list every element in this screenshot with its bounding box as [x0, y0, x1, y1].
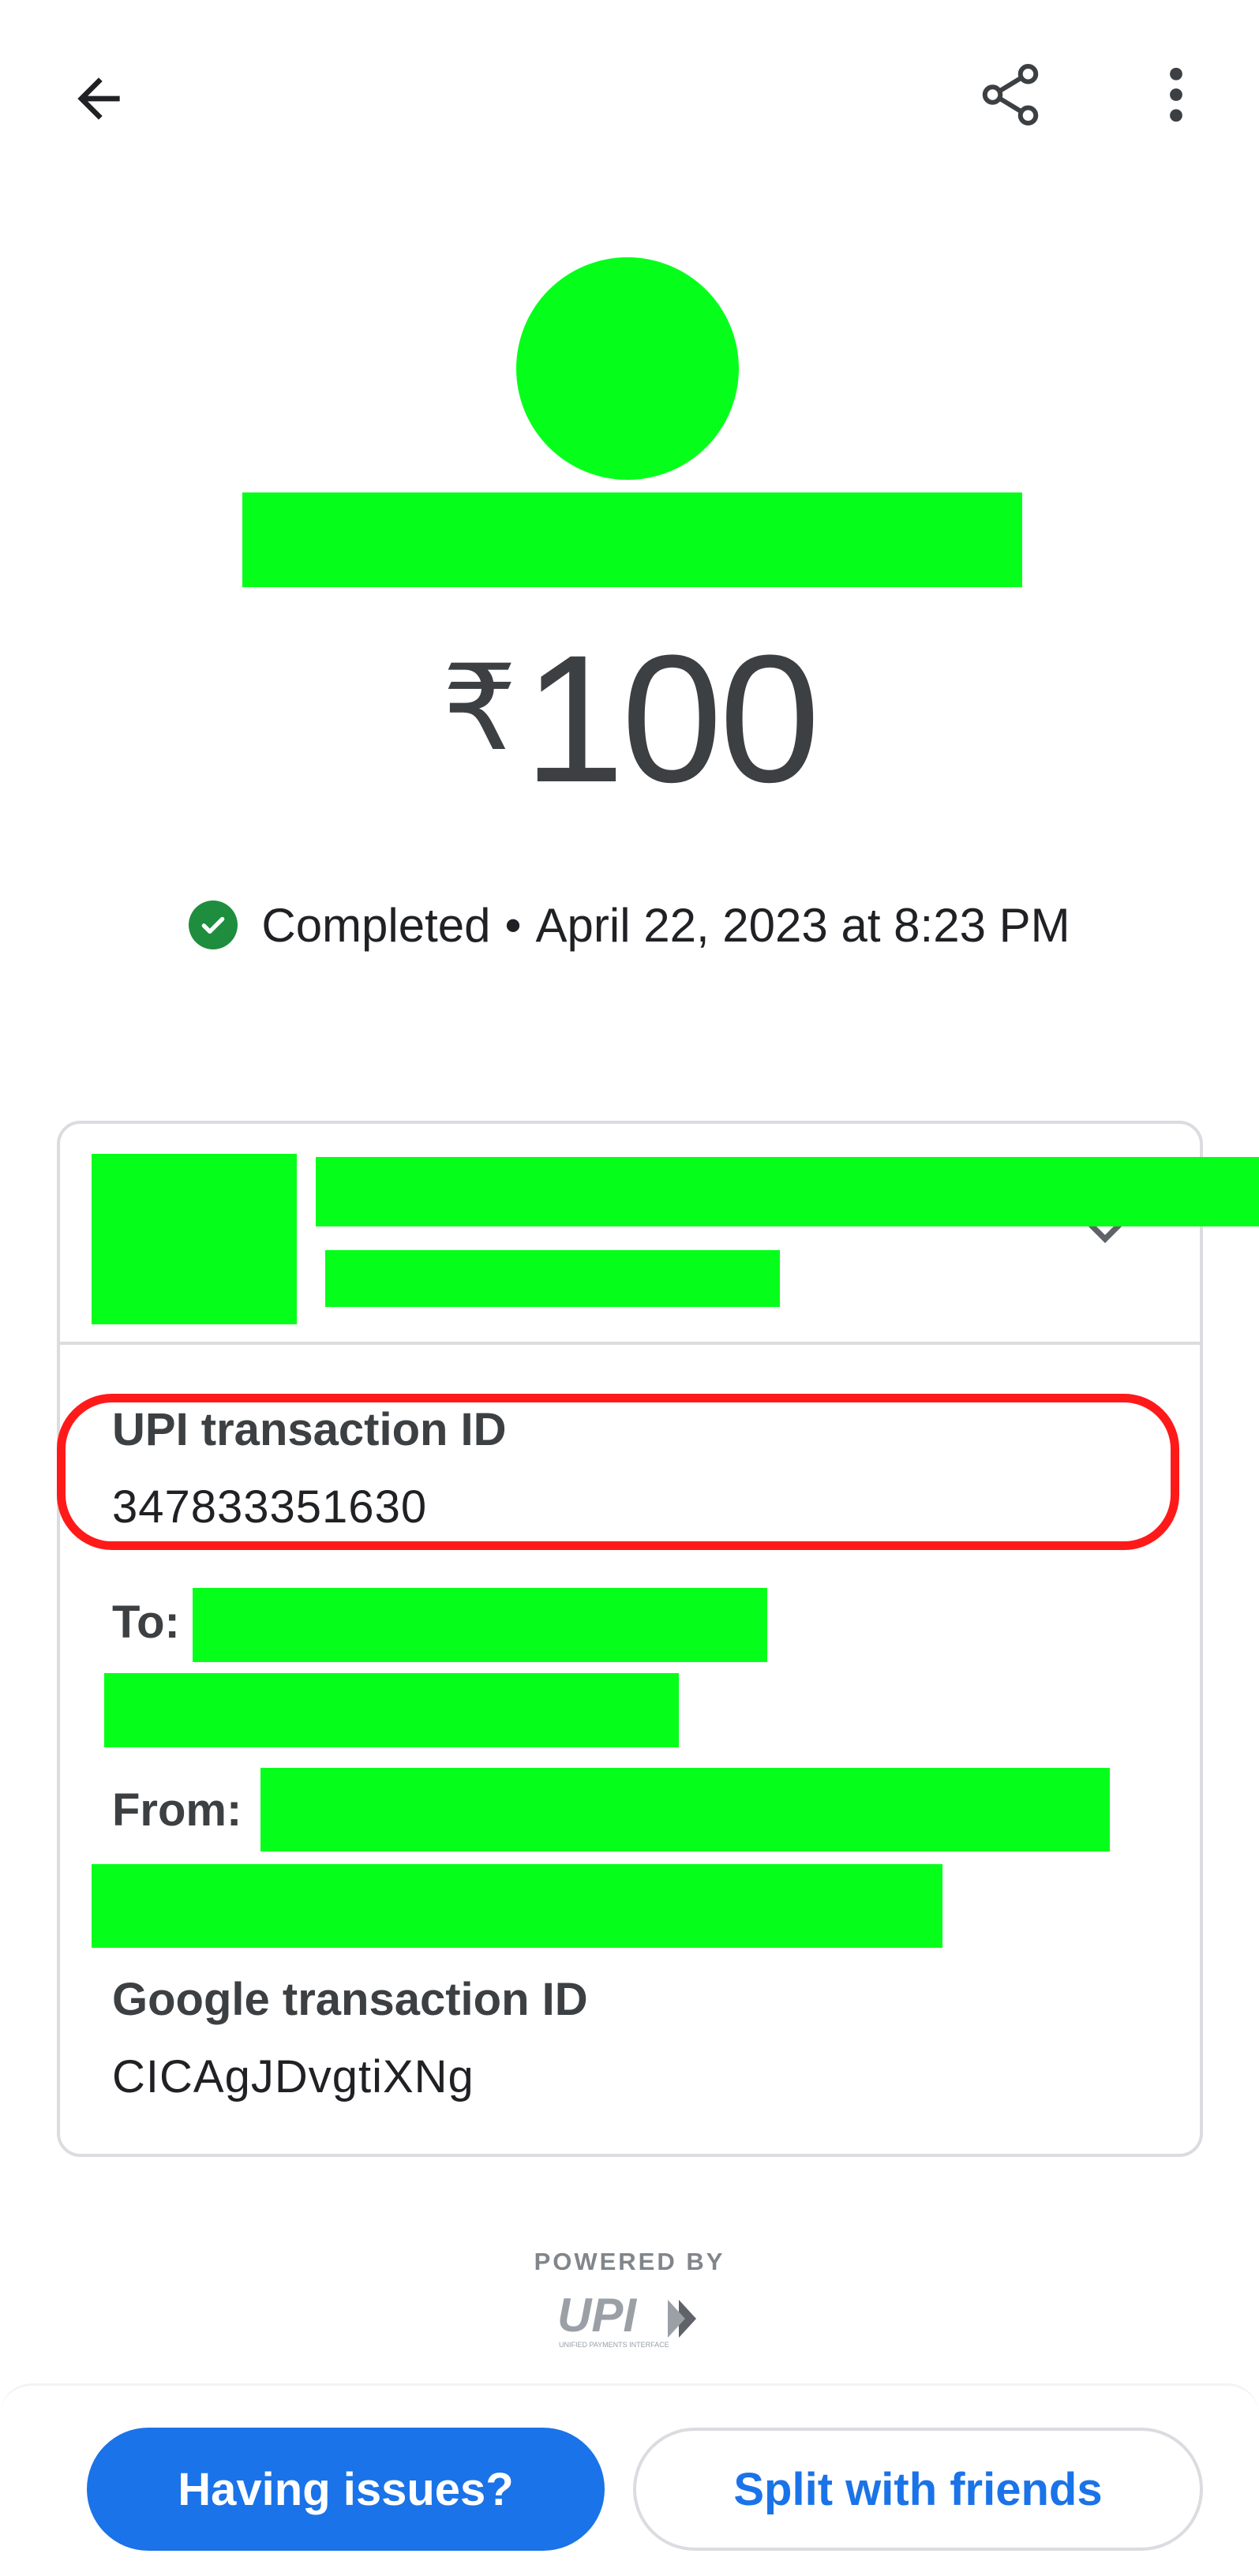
having-issues-button[interactable]: Having issues?	[87, 2428, 605, 2551]
status-text: Completed	[261, 898, 491, 952]
upi-transaction-id-value[interactable]: 347833351630	[112, 1481, 427, 1533]
from-label: From:	[112, 1784, 242, 1836]
upi-transaction-id-label: UPI transaction ID	[112, 1404, 507, 1455]
recipient-avatar-redacted	[516, 257, 739, 480]
card-divider	[57, 1342, 1203, 1345]
recipient-name-redacted	[242, 492, 1022, 587]
amount-value: 100	[523, 616, 820, 820]
arrow-left-icon	[77, 77, 120, 120]
payment-amount: ₹ 100	[0, 617, 1259, 820]
google-transaction-id-value[interactable]: CICAgJDvgtiXNg	[112, 2050, 474, 2103]
payment-status-row: Completed • April 22, 2023 at 8:23 PM	[0, 892, 1259, 958]
account-logo-redacted	[92, 1154, 297, 1324]
share-icon	[982, 64, 1039, 125]
upi-logo-subtext: UNIFIED PAYMENTS INTERFACE	[559, 2341, 669, 2349]
separator-dot: •	[504, 898, 522, 952]
transaction-datetime: April 22, 2023 at 8:23 PM	[535, 898, 1070, 952]
to-upi-redacted	[104, 1673, 679, 1747]
from-name-redacted	[260, 1768, 1110, 1852]
upi-logo-icon: UPI UNIFIED PAYMENTS INTERFACE	[557, 2289, 696, 2349]
from-account-redacted	[92, 1864, 942, 1948]
share-button[interactable]	[963, 47, 1058, 142]
account-name-redacted	[316, 1157, 1259, 1226]
google-transaction-id-label: Google transaction ID	[112, 1974, 588, 2025]
account-subtitle-redacted	[325, 1250, 780, 1307]
more-options-button[interactable]	[1129, 47, 1223, 142]
to-name-redacted	[193, 1588, 767, 1662]
back-button[interactable]	[55, 55, 142, 142]
split-with-friends-button[interactable]: Split with friends	[633, 2428, 1203, 2551]
upi-logo-text: UPI	[557, 2289, 637, 2342]
check-circle-icon	[189, 900, 238, 949]
more-vert-icon	[1170, 67, 1182, 122]
powered-by-label: POWERED BY	[534, 2248, 725, 2275]
currency-symbol: ₹	[441, 642, 518, 774]
to-label: To:	[112, 1597, 180, 1648]
